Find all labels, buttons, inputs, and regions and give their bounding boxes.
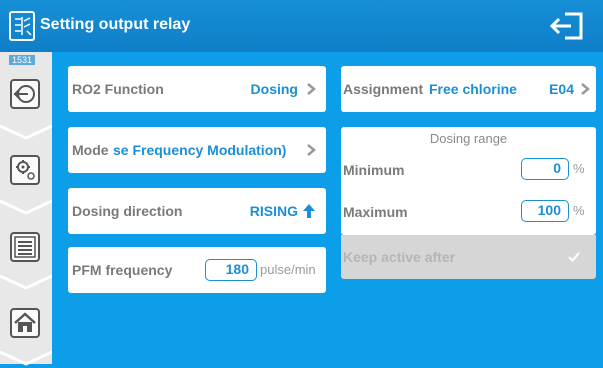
home-icon	[14, 312, 36, 332]
dosing-direction-value: RISING	[249, 203, 298, 219]
dosing-direction-row[interactable]: Dosing direction RISING	[68, 188, 326, 234]
chevron-right-icon	[581, 83, 590, 95]
assignment-code: E04	[549, 81, 574, 97]
settings-icon	[16, 160, 35, 180]
pfm-frequency-label: PFM frequency	[72, 262, 173, 278]
chevron-right-icon	[307, 83, 316, 95]
chevron-right-icon	[307, 144, 316, 156]
ro2-function-value: Dosing	[250, 81, 298, 97]
dosing-range-title: Dosing range	[429, 131, 508, 146]
mode-row[interactable]: Mode se Frequency Modulation)	[68, 127, 326, 173]
minimum-input[interactable]: 0	[521, 158, 569, 180]
sidebar-divider	[0, 124, 52, 140]
page-title: Setting output relay	[40, 16, 191, 33]
pfm-frequency-unit: pulse/min	[260, 262, 316, 277]
relay-settings-icon	[9, 11, 35, 41]
checkmark-icon	[568, 252, 580, 262]
menu-icon	[14, 236, 36, 258]
maximum-label: Maximum	[343, 204, 408, 220]
page-id-badge: 1531	[9, 55, 35, 65]
dosing-range-panel: Dosing range Minimum 0 % Maximum 100 %	[341, 127, 596, 235]
maximum-unit: %	[573, 203, 585, 218]
maximum-input[interactable]: 100	[521, 200, 569, 222]
header-bar: Setting output relay	[0, 0, 603, 52]
mode-value: se Frequency Modulation)	[113, 142, 287, 158]
minimum-label: Minimum	[343, 162, 405, 178]
arrow-up-icon	[303, 204, 315, 218]
dosing-direction-label: Dosing direction	[72, 203, 183, 219]
minimum-unit: %	[573, 161, 585, 176]
assignment-label: Assignment	[343, 81, 424, 97]
pfm-frequency-input[interactable]: 180	[205, 259, 257, 281]
home-button[interactable]	[10, 308, 40, 338]
assignment-value: Free chlorine	[429, 81, 517, 97]
ro2-function-label: RO2 Function	[72, 81, 164, 97]
back-icon	[13, 85, 35, 103]
settings-button[interactable]	[10, 155, 40, 185]
sidebar-divider	[0, 199, 52, 215]
assignment-row[interactable]: Assignment Free chlorine E04	[341, 66, 596, 112]
menu-button[interactable]	[10, 232, 40, 262]
pfm-frequency-row: PFM frequency 180 pulse/min	[68, 247, 326, 293]
sidebar-divider	[0, 350, 52, 366]
keep-active-row: Keep active after	[341, 235, 596, 279]
sidebar-divider	[0, 274, 52, 290]
ro2-function-row[interactable]: RO2 Function Dosing	[68, 66, 326, 112]
back-button[interactable]	[10, 79, 40, 109]
exit-icon[interactable]	[549, 10, 589, 42]
keep-active-label: Keep active after	[343, 249, 456, 265]
mode-label: Mode	[72, 142, 109, 158]
